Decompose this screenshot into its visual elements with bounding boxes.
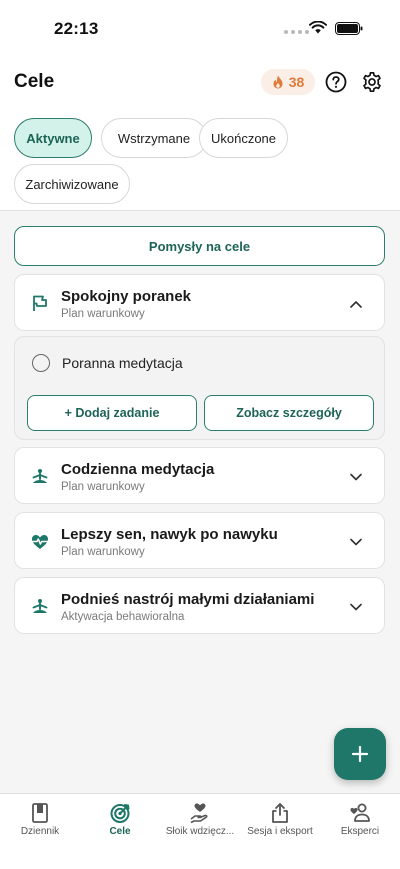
tab-label: Dziennik <box>20 826 60 837</box>
goal-ideas-button[interactable]: Pomysły na cele <box>14 226 385 266</box>
tab-gratitude-jar[interactable]: Słoik wdzięcz... <box>160 794 240 850</box>
journal-icon <box>32 803 48 823</box>
filter-chip-archived[interactable]: Zarchiwizowane <box>14 164 130 204</box>
tab-session-export[interactable]: Sesja i eksport <box>240 794 320 850</box>
meditation-icon <box>32 469 48 483</box>
task-label: Poranna medytacja <box>62 355 183 371</box>
goal-card[interactable]: Codzienna medytacja Plan warunkowy <box>14 447 385 504</box>
gratitude-jar-icon <box>190 803 208 824</box>
goal-title: Podnieś nastrój małymi działaniami <box>61 591 315 608</box>
share-icon <box>272 803 288 823</box>
cellular-signal-icon <box>284 30 309 34</box>
tab-label: Słoik wdzięcz... <box>165 826 235 837</box>
target-icon <box>110 804 130 823</box>
tab-label: Eksperci <box>340 826 380 837</box>
heartbeat-icon <box>32 535 48 549</box>
streak-count: 38 <box>288 74 305 90</box>
goal-title: Spokojny poranek <box>61 288 192 305</box>
tab-experts[interactable]: Eksperci <box>320 794 400 850</box>
view-details-button[interactable]: Zobacz szczegóły <box>204 395 374 431</box>
tab-label: Cele <box>109 826 131 837</box>
goal-subtitle: Plan warunkowy <box>61 308 145 320</box>
meditation-icon <box>32 599 48 613</box>
goal-subtitle: Plan warunkowy <box>61 481 145 493</box>
goal-subtitle: Aktywacja behawioralna <box>61 611 185 623</box>
add-goal-button[interactable] <box>334 728 386 780</box>
tab-label: Sesja i eksport <box>247 826 313 837</box>
wifi-icon <box>309 21 327 34</box>
tab-goals[interactable]: Cele <box>80 794 160 850</box>
goal-title: Codzienna medytacja <box>61 461 215 478</box>
battery-icon <box>335 22 363 35</box>
status-time: 22:13 <box>54 19 99 38</box>
plus-icon <box>351 745 369 763</box>
chevron-up-icon[interactable] <box>350 300 362 308</box>
streak-badge[interactable]: 38 <box>261 69 315 95</box>
goal-title: Lepszy sen, nawyk po nawyku <box>61 526 278 543</box>
goal-card[interactable]: Lepszy sen, nawyk po nawyku Plan warunko… <box>14 512 385 569</box>
tab-journal[interactable]: Dziennik <box>0 794 80 850</box>
page-title: Cele <box>14 71 55 92</box>
task-checkbox[interactable] <box>32 354 50 372</box>
chevron-down-icon[interactable] <box>350 473 362 481</box>
experts-icon <box>350 803 370 822</box>
filter-chip-paused[interactable]: Wstrzymane <box>101 118 207 158</box>
bottom-tab-bar: Dziennik Cele Słoik wdzięcz... Sesja i e… <box>0 793 400 869</box>
flame-icon <box>273 75 283 89</box>
top-area: 22:13 Cele 38 Aktywne Wstrzymane Ukończo… <box>0 0 400 211</box>
filter-chip-active[interactable]: Aktywne <box>14 118 92 158</box>
header: Cele 38 <box>0 66 400 100</box>
goal-tasks-panel: Poranna medytacja + Dodaj zadanie Zobacz… <box>14 336 385 440</box>
goal-card[interactable]: Podnieś nastrój małymi działaniami Aktyw… <box>14 577 385 634</box>
help-icon[interactable] <box>325 71 347 93</box>
goal-subtitle: Plan warunkowy <box>61 546 145 558</box>
status-bar: 22:13 <box>0 0 400 56</box>
chevron-down-icon[interactable] <box>350 538 362 546</box>
goal-card[interactable]: Spokojny poranek Plan warunkowy <box>14 274 385 331</box>
add-task-button[interactable]: + Dodaj zadanie <box>27 395 197 431</box>
filter-chip-completed[interactable]: Ukończone <box>199 118 288 158</box>
flag-icon <box>33 295 47 311</box>
gear-icon[interactable] <box>361 71 383 93</box>
chevron-down-icon[interactable] <box>350 603 362 611</box>
